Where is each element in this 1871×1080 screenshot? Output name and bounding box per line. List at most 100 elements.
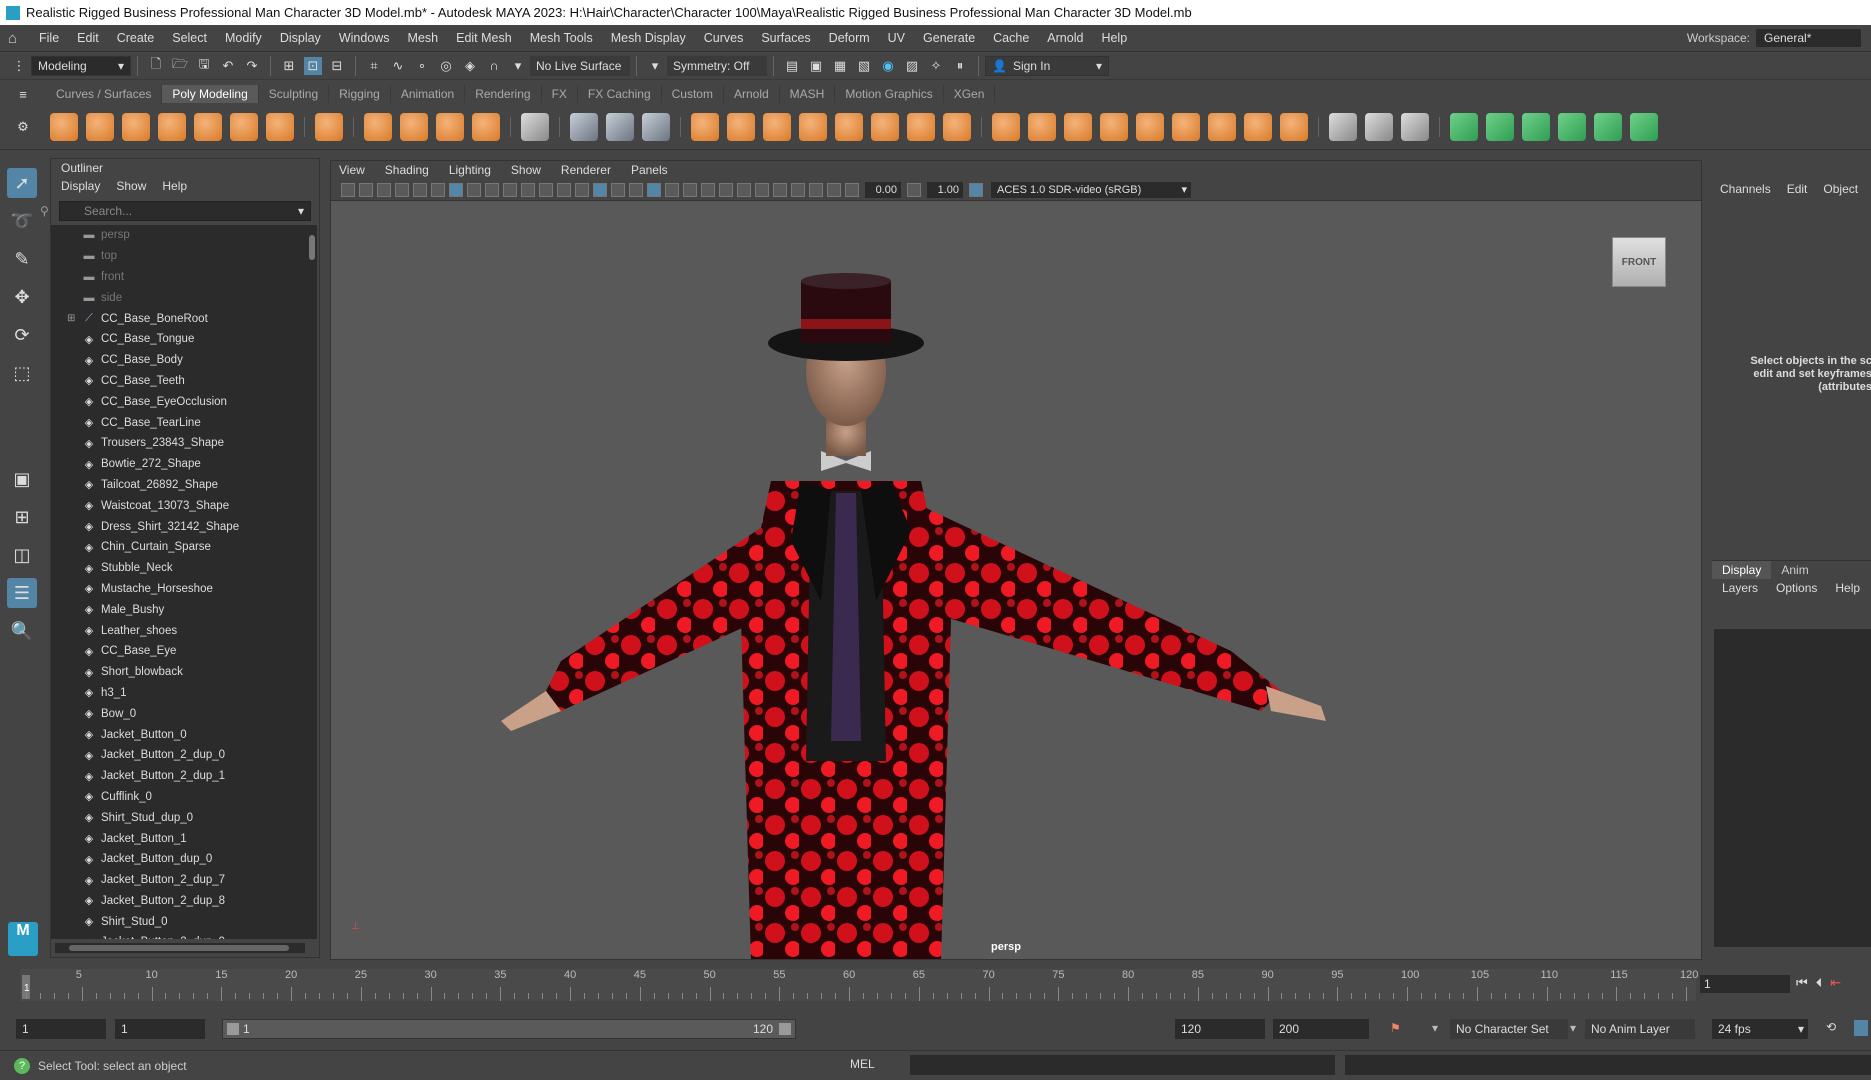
chevron-down-icon[interactable]: ▾ [1432,1021,1438,1035]
outliner-item[interactable]: ◈ Jacket_Button_2_dup_1 [51,766,309,787]
outliner-item[interactable]: ◈ Jacket_Button_0 [51,724,309,745]
render-view-icon[interactable]: ▨ [903,57,921,75]
menu-curves[interactable]: Curves [695,31,753,45]
combine-icon[interactable] [691,112,719,141]
menu-edit[interactable]: Edit [68,31,108,45]
viewport-menu-view[interactable]: View [339,161,365,179]
snap-grid-icon[interactable]: ⌗ [365,57,383,75]
cylindrical-uv-icon[interactable] [1486,112,1514,141]
outliner-item[interactable]: ◈ Jacket_Button_1 [51,828,309,849]
outliner-item[interactable]: ◈ Waistcoat_13073_Shape [51,495,309,516]
new-scene-icon[interactable]: 🗋 [147,56,165,75]
step-back-icon[interactable]: ⏴ [1816,975,1823,991]
outliner-item[interactable]: ◈ CC_Base_EyeOcclusion [51,391,309,412]
extrude-icon[interactable] [992,112,1020,141]
outliner-item[interactable]: ◈ Jacket_Button_2_dup_7 [51,870,309,891]
chevron-down-icon[interactable]: ▾ [509,57,527,75]
outliner-item[interactable]: ◈ Jacket_Button_2_dup_8 [51,891,309,912]
insert-edge-loop-icon[interactable] [1365,112,1393,141]
range-slider-bar[interactable]: 1 120 [222,1019,796,1039]
outliner-item[interactable]: ◈ CC_Base_Teeth [51,371,309,392]
menu-generate[interactable]: Generate [914,31,984,45]
color-management-icon[interactable] [969,182,983,197]
shelf-tab-motion-graphics[interactable]: Motion Graphics [835,85,944,103]
xray-joints-icon[interactable] [791,182,805,197]
outliner-menu-show[interactable]: Show [116,177,146,195]
outliner-item[interactable]: ◈ Jacket_Button_dup_0 [51,849,309,870]
outliner-item[interactable]: ◈ Chin_Curtain_Sparse [51,537,309,558]
outliner-item[interactable]: ◈ Leather_shoes [51,620,309,641]
channel-box-menu-edit[interactable]: Edit [1787,182,1808,196]
outliner-item[interactable]: ◈ Jacket_Button_2_dup_9 [51,932,309,939]
outliner-horizontal-scrollbar[interactable] [55,943,305,953]
layer-list[interactable] [1714,629,1871,947]
planar-uv-icon[interactable] [1450,112,1478,141]
outliner-item[interactable]: ◈ Stubble_Neck [51,558,309,579]
undo-icon[interactable]: ↶ [219,57,237,75]
camera-select-icon[interactable] [341,182,355,197]
outliner-menu-display[interactable]: Display [61,177,100,195]
toggle-handle-icon[interactable]: ⋮ [10,57,28,75]
menu-display[interactable]: Display [271,31,330,45]
shelf-tab-curves-surfaces[interactable]: Curves / Surfaces [46,85,163,103]
poly-disc-icon[interactable] [266,112,294,141]
xray-icon[interactable] [629,182,643,197]
poly-sphere-icon[interactable] [50,112,78,141]
mel-label[interactable]: MEL [850,1057,875,1071]
chevron-down-icon[interactable]: ▾ [1570,1021,1576,1035]
snap-curve-icon[interactable]: ∿ [389,57,407,75]
render-history-icon[interactable]: ▤ [783,57,801,75]
gamma-field[interactable]: 1.00 [927,181,963,198]
channel-box-menu-object[interactable]: Object [1823,182,1858,196]
resolution-gate-icon[interactable] [485,182,499,197]
outliner-item[interactable]: ◈ Bow_0 [51,703,309,724]
channel-box-menu-channels[interactable]: Channels [1720,182,1771,196]
sign-in-button[interactable]: 👤 Sign In ▾ [985,55,1109,76]
render-settings-icon[interactable]: ▧ [855,57,873,75]
snap-point-icon[interactable]: ∘ [413,57,431,75]
poly-cylinder-icon[interactable] [122,112,150,141]
reduce-icon[interactable] [871,112,899,141]
bookmark-icon[interactable] [377,182,391,197]
field-chart-icon[interactable] [521,182,535,197]
depth-of-field-icon[interactable] [755,182,769,197]
single-perspective-layout-icon[interactable]: ▣ [7,464,37,494]
snap-view-icon[interactable]: ◎ [437,57,455,75]
current-frame-field[interactable]: 1 [1700,975,1790,993]
remesh-icon[interactable] [907,112,935,141]
menu-windows[interactable]: Windows [330,31,399,45]
layer-menu-options[interactable]: Options [1776,579,1817,597]
outliner-camera-item[interactable]: ▬ front [51,267,309,288]
gate-mask-icon[interactable] [503,182,517,197]
loop-icon[interactable]: ⟲ [1826,1020,1836,1034]
scale-tool-icon[interactable]: ⬚ [7,358,37,388]
shelf-tab-animation[interactable]: Animation [391,85,466,103]
image-plane-icon[interactable] [395,182,409,197]
2d-pan-zoom-icon[interactable] [413,182,427,197]
spherical-uv-icon[interactable] [1522,112,1550,141]
grease-pencil-icon[interactable] [431,182,445,197]
menu-uv[interactable]: UV [879,31,914,45]
home-icon[interactable]: ⌂ [8,30,30,47]
step-back-key-icon[interactable]: ⇤ [1830,975,1841,991]
extract-icon[interactable] [763,112,791,141]
render-frame-icon[interactable]: ▣ [807,57,825,75]
shelf-tab-rigging[interactable]: Rigging [329,85,391,103]
shelf-menu-icon[interactable]: ≡ [14,85,32,103]
film-gate-icon[interactable] [467,182,481,197]
bevel-icon[interactable] [1028,112,1056,141]
menu-create[interactable]: Create [108,31,164,45]
menu-mesh-tools[interactable]: Mesh Tools [521,31,602,45]
move-tool-icon[interactable]: ✥ [7,282,37,312]
outliner-vertical-scrollbar[interactable] [307,225,317,939]
sweep-mesh-icon[interactable] [400,112,428,141]
snap-surface-icon[interactable]: ◈ [461,57,479,75]
viewcube[interactable]: FRONT [1612,237,1666,287]
shelf-tab-arnold[interactable]: Arnold [724,85,780,103]
shelf-tab-fx-caching[interactable]: FX Caching [578,85,662,103]
platonic-solid-icon[interactable] [315,112,343,141]
use-all-lights-icon[interactable] [665,182,679,197]
poly-cone-icon[interactable] [158,112,186,141]
two-pane-layout-icon[interactable]: ◫ [7,540,37,570]
range-start-handle[interactable] [227,1023,239,1035]
